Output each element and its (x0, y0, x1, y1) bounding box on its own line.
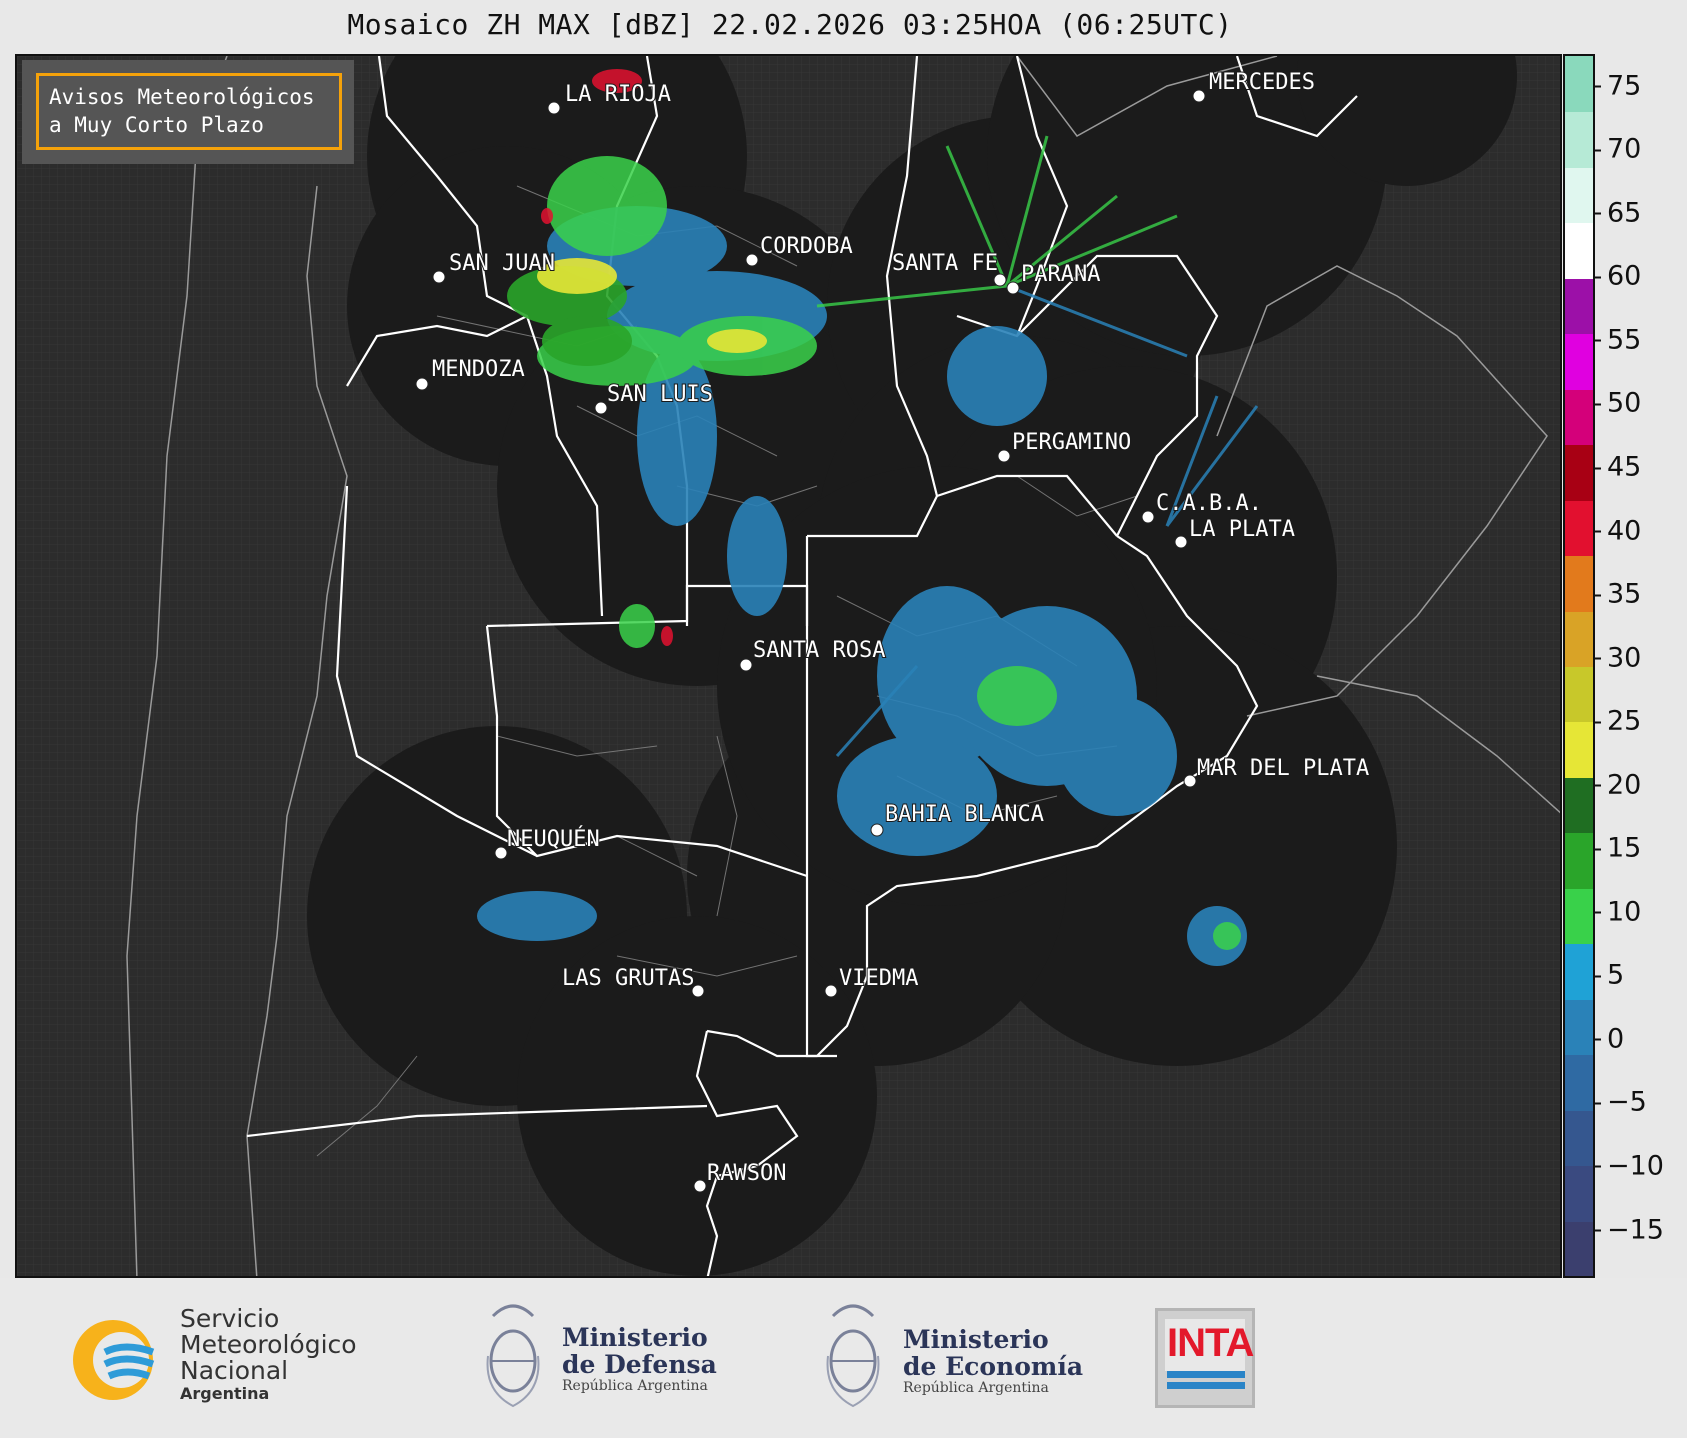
colorbar-segment (1565, 222, 1593, 279)
colorbar-segment (1565, 721, 1593, 778)
colorbar-segment (1565, 943, 1593, 1000)
svg-text:MERCEDES: MERCEDES (1209, 70, 1315, 95)
economia-logo (818, 1296, 888, 1420)
svg-text:MENDOZA: MENDOZA (432, 357, 525, 382)
svg-text:SANTA ROSA: SANTA ROSA (753, 638, 885, 663)
footer-logos: Servicio Meteorológico Nacional Argentin… (0, 1278, 1687, 1438)
svg-text:VIEDMA: VIEDMA (839, 966, 918, 991)
colorbar-segment (1565, 1109, 1593, 1167)
svg-text:CORDOBA: CORDOBA (760, 234, 853, 259)
colorbar-tick-label: 60 (1595, 261, 1641, 292)
svg-text:SAN JUAN: SAN JUAN (449, 251, 555, 276)
colorbar-segment (1565, 1054, 1593, 1111)
svg-text:C.A.B.A.: C.A.B.A. (1156, 491, 1262, 516)
colorbar-segment (1565, 56, 1593, 113)
colorbar-tick-label: 25 (1595, 706, 1641, 737)
map-title: Mosaico ZH MAX [dBZ] 22.02.2026 03:25HOA… (347, 8, 1233, 41)
svg-text:LA RIOJA: LA RIOJA (565, 82, 671, 107)
colorbar-segment (1565, 277, 1593, 335)
colorbar-segment (1565, 1220, 1593, 1276)
defensa-wordmark: Ministerio de Defensa República Argentin… (562, 1323, 717, 1394)
colorbar-segment (1565, 776, 1593, 834)
colorbar-segment (1565, 887, 1593, 945)
svg-text:LA PLATA: LA PLATA (1189, 517, 1295, 542)
colorbar-segment (1565, 333, 1593, 390)
svg-text:PARANA: PARANA (1021, 262, 1100, 287)
alert-line-1: Avisos Meteorológicos (49, 85, 315, 109)
defensa-logo (478, 1296, 548, 1420)
coat-of-arms-icon (486, 1304, 540, 1408)
colorbar-tick-label: 30 (1595, 642, 1641, 673)
smn-wordmark: Servicio Meteorológico Nacional Argentin… (180, 1304, 357, 1404)
economia-wordmark: Ministerio de Economía República Argenti… (903, 1325, 1084, 1396)
alert-line-2: a Muy Corto Plazo (49, 113, 264, 137)
colorbar-tick-label: 5 (1595, 960, 1624, 991)
colorbar-tick-label: 35 (1595, 579, 1641, 610)
inta-logo: INTA (1155, 1308, 1255, 1408)
colorbar-segment (1565, 998, 1593, 1056)
colorbar-segment (1565, 499, 1593, 557)
colorbar-tick-label: 40 (1595, 515, 1641, 546)
colorbar-tick-label: 50 (1595, 388, 1641, 419)
svg-text:SANTA FE: SANTA FE (892, 251, 998, 276)
svg-text:MAR DEL PLATA: MAR DEL PLATA (1197, 756, 1369, 781)
colorbar-segment (1565, 388, 1593, 446)
svg-text:BAHIA BLANCA: BAHIA BLANCA (885, 802, 1044, 827)
alert-banner-frame: Avisos Meteorológicos a Muy Corto Plazo (36, 73, 342, 150)
colorbar-segment (1565, 832, 1593, 889)
colorbar-ticks: 75 70 65 60 55 50 45 40 35 30 25 20 15 10 5 0 −5 −10 −15 (1595, 54, 1687, 1278)
radar-mosaic-svg: LA RIOJA MERCEDES SAN JUAN CORDOBA SANTA… (17, 56, 1560, 1276)
svg-text:LAS GRUTAS: LAS GRUTAS (562, 966, 694, 991)
smn-emblem-icon (73, 1320, 155, 1400)
svg-text:NEUQUÉN: NEUQUÉN (507, 826, 600, 852)
colorbar-segment (1565, 166, 1593, 224)
dbz-colorbar (1563, 54, 1595, 1278)
colorbar-tick-label: −10 (1595, 1150, 1664, 1181)
colorbar-segment (1565, 555, 1593, 612)
colorbar-segment (1565, 1165, 1593, 1222)
alert-banner[interactable]: Avisos Meteorológicos a Muy Corto Plazo (22, 60, 354, 164)
colorbar-segment (1565, 111, 1593, 168)
colorbar-segment (1565, 444, 1593, 501)
inta-label: INTA (1167, 1321, 1254, 1365)
colorbar-tick-label: 20 (1595, 769, 1641, 800)
colorbar-tick-label: −15 (1595, 1214, 1664, 1245)
coat-of-arms-icon (826, 1304, 880, 1408)
svg-text:PERGAMINO: PERGAMINO (1012, 430, 1131, 455)
colorbar-tick-label: 10 (1595, 896, 1641, 927)
svg-text:SAN LUIS: SAN LUIS (607, 382, 713, 407)
colorbar-tick-label: 15 (1595, 833, 1641, 864)
colorbar-tick-label: 75 (1595, 70, 1641, 101)
svg-text:RAWSON: RAWSON (707, 1161, 786, 1186)
radar-map[interactable]: LA RIOJA MERCEDES SAN JUAN CORDOBA SANTA… (15, 54, 1562, 1278)
colorbar-tick-label: −5 (1595, 1087, 1647, 1118)
colorbar-tick-label: 65 (1595, 197, 1641, 228)
colorbar-tick-label: 45 (1595, 452, 1641, 483)
smn-logo (65, 1310, 165, 1414)
colorbar-segment (1565, 610, 1593, 667)
colorbar-segment (1565, 666, 1593, 723)
colorbar-tick-label: 70 (1595, 134, 1641, 165)
colorbar-tick-label: 0 (1595, 1023, 1624, 1054)
colorbar-tick-label: 55 (1595, 324, 1641, 355)
